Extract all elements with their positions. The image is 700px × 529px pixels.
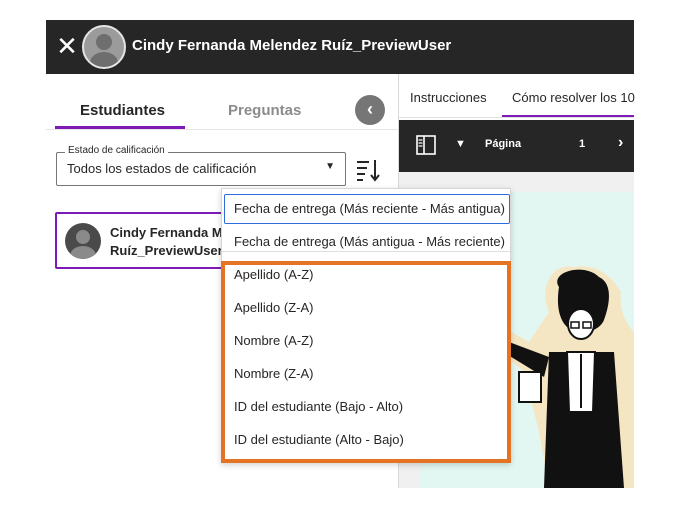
grading-status-filter[interactable]: Estado de calificación Todos los estados… [56,145,346,186]
sidebar-panel-icon[interactable] [415,134,437,156]
student-name: Cindy Fernanda Me [110,225,225,240]
chevron-right-icon[interactable]: › [618,134,623,152]
sort-option-firstname-za[interactable]: Nombre (Z-A) [222,359,510,389]
chevron-down-icon[interactable]: ▼ [455,138,466,150]
avatar [82,25,126,69]
tab-questions[interactable]: Preguntas [228,102,301,119]
user-silhouette-icon [90,34,118,67]
sort-option-firstname-az[interactable]: Nombre (A-Z) [222,326,510,356]
student-username: Ruíz_PreviewUser [110,243,223,258]
sort-option-submission-newest[interactable]: Fecha de entrega (Más reciente - Más ant… [224,194,510,224]
sort-option-lastname-az[interactable]: Apellido (A-Z) [222,260,510,290]
sort-option-studentid-asc[interactable]: ID del estudiante (Bajo - Alto) [222,392,510,422]
sort-option-lastname-za[interactable]: Apellido (Z-A) [222,293,510,323]
divider [46,129,398,130]
sort-option-submission-oldest[interactable]: Fecha de entrega (Más antigua - Más reci… [222,227,510,257]
close-icon[interactable]: ✕ [54,33,80,59]
document-toolbar: ▼ Página 1 › [399,120,634,172]
menu-divider [222,251,510,252]
sort-icon[interactable] [354,155,382,183]
tab-document[interactable]: Cómo resolver los 10 [512,90,635,105]
tab-instructions[interactable]: Instrucciones [410,90,487,105]
filter-label: Estado de calificación [65,145,168,156]
top-bar: ✕ Cindy Fernanda Melendez Ruíz_PreviewUs… [46,20,634,74]
user-name: Cindy Fernanda Melendez Ruíz_PreviewUser [132,37,452,54]
avatar [65,223,101,259]
sort-option-studentid-desc[interactable]: ID del estudiante (Alto - Bajo) [222,425,510,455]
page-label: Página [485,138,522,150]
filter-value: Todos los estados de calificación [67,161,257,176]
caret-down-icon: ▼ [325,161,335,172]
collapse-button[interactable]: ‹ [355,95,385,125]
tab-students[interactable]: Estudiantes [80,102,165,119]
sort-menu: Fecha de entrega (Más reciente - Más ant… [221,188,511,463]
student-list-item[interactable]: Cindy Fernanda Me Ruíz_PreviewUser [55,212,225,269]
user-silhouette-icon [70,230,96,259]
chevron-left-icon: ‹ [367,99,373,119]
page-number[interactable]: 1 [579,138,585,150]
divider [399,117,634,118]
